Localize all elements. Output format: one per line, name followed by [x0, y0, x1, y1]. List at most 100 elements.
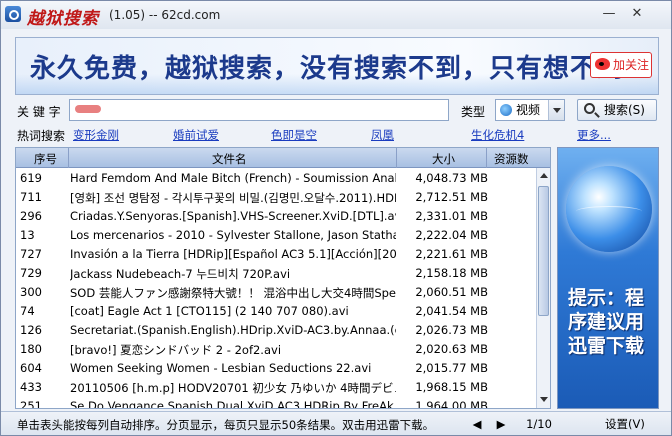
status-text: 单击表头能按每列自动排序。分页显示，每页只显示50条结果。双击用迅雷下载。	[17, 418, 435, 432]
side-ad-panel[interactable]: 提示：程序建议用迅雷下载	[557, 147, 659, 409]
row-filename: Se Do Vengance Spanish Dual XviD AC3 HDR…	[70, 399, 396, 409]
table-row[interactable]: 13 Los mercenarios - 2010 - Sylvester Sta…	[16, 225, 544, 244]
hotword-link[interactable]: 婚前试爱	[173, 127, 219, 143]
type-label: 类型	[461, 105, 486, 119]
settings-button[interactable]: 设置(V)	[605, 415, 645, 433]
row-id: 251	[20, 399, 42, 409]
table-header: 序号 文件名 大小 资源数	[16, 148, 550, 168]
globe-icon	[566, 166, 652, 252]
table-row[interactable]: 711 [영화] 조선 명탐정 - 각시투구꽃의 비밀.(김명민.오달수.2011…	[16, 187, 544, 206]
row-id: 13	[20, 228, 35, 242]
row-size: 2,221.61 MB	[415, 247, 488, 261]
row-filename: SOD 芸能人ファン感謝祭特大號！！ 混浴中出し大交4時間Special あいだ	[70, 286, 396, 300]
row-filename: [coat] Eagle Act 1 [CTO115] (2 140 707 0…	[70, 304, 349, 318]
table-row[interactable]: 126 Secretariat.(Spanish.English).HDrip.X…	[16, 320, 544, 339]
table-row[interactable]: 296 Criadas.Y.Senyoras.[Spanish].VHS-Scre…	[16, 206, 544, 225]
table-row[interactable]: 729 Jackass Nudebeach-7 누드비치 720P.avi 2,15…	[16, 263, 544, 282]
row-filename: Los mercenarios - 2010 - Sylvester Stall…	[70, 228, 396, 242]
row-size: 2,015.77 MB	[415, 361, 488, 375]
table-row[interactable]: 300 SOD 芸能人ファン感謝祭特大號！！ 混浴中出し大交4時間Special …	[16, 282, 544, 301]
column-divider[interactable]	[396, 148, 397, 168]
type-selected-value: 视频	[516, 103, 541, 117]
row-id: 74	[20, 304, 35, 318]
row-size: 2,158.18 MB	[415, 266, 488, 280]
row-size: 2,026.73 MB	[415, 323, 488, 337]
hotwords-label: 热词搜索	[17, 129, 66, 143]
row-id: 729	[20, 266, 42, 280]
keyword-label: 关 键 字	[17, 105, 61, 119]
follow-label: 加关注	[613, 58, 650, 72]
hotword-link[interactable]: 色即是空	[271, 127, 317, 143]
search-icon	[584, 103, 595, 114]
row-id: 180	[20, 342, 42, 356]
minimize-button[interactable]: —	[599, 5, 619, 23]
table-row[interactable]: 74 [coat] Eagle Act 1 [CTO115] (2 140 707…	[16, 301, 544, 320]
status-bar: 单击表头能按每列自动排序。分页显示，每页只显示50条结果。双击用迅雷下载。 ◀ …	[1, 411, 671, 435]
redaction-mark	[75, 105, 101, 113]
search-button[interactable]: 搜索(S)	[577, 99, 657, 121]
close-button[interactable]: ✕	[627, 5, 647, 23]
row-id: 296	[20, 209, 42, 223]
chevron-down-icon[interactable]	[548, 100, 564, 120]
row-filename: [영화] 조선 명탐정 - 각시투구꽃의 비밀.(김명민.오달수.2011).H…	[70, 191, 396, 205]
follow-button[interactable]: 加关注	[590, 52, 652, 78]
scrollbar-thumb[interactable]	[538, 186, 549, 316]
title-bar[interactable]: 越狱搜索 (1.05) -- 62cd.com — ✕	[1, 1, 671, 29]
row-id: 126	[20, 323, 42, 337]
row-id: 727	[20, 247, 42, 261]
search-button-label: 搜索(S)	[604, 103, 645, 117]
table-row[interactable]: 727 Invasión a la Tierra [HDRip][Español …	[16, 244, 544, 263]
vertical-scrollbar[interactable]	[536, 168, 550, 408]
column-header-filename[interactable]: 文件名	[212, 151, 247, 167]
more-hotwords-link[interactable]: 更多...	[577, 127, 611, 143]
hotword-link[interactable]: 变形金刚	[73, 127, 119, 143]
row-id: 300	[20, 285, 42, 299]
side-ad-text: 提示：程序建议用迅雷下载	[568, 287, 645, 357]
page-indicator: 1/10	[526, 417, 552, 431]
video-icon	[500, 104, 512, 116]
row-filename: Hard Femdom And Male Bitch (French) - So…	[70, 171, 396, 185]
row-filename: Criadas.Y.Senyoras.[Spanish].VHS-Screene…	[70, 209, 396, 223]
column-header-sources[interactable]: 资源数	[494, 151, 529, 167]
keyword-input[interactable]	[69, 99, 449, 121]
row-size: 1,968.15 MB	[415, 380, 488, 394]
row-size: 2,020.63 MB	[415, 342, 488, 356]
prev-page-button[interactable]: ◀	[467, 415, 487, 433]
ad-banner[interactable]: 永久免费，越狱搜索，没有搜索不到，只有想不到！ 加关注	[15, 37, 659, 95]
row-filename: Secretariat.(Spanish.English).HDrip.XviD…	[70, 323, 396, 337]
next-page-button[interactable]: ▶	[491, 415, 511, 433]
row-size: 1,964.00 MB	[415, 399, 488, 409]
column-divider[interactable]	[68, 148, 69, 168]
row-id: 433	[20, 380, 42, 394]
app-logo-icon	[5, 6, 21, 22]
row-size: 2,041.54 MB	[415, 304, 488, 318]
column-header-id[interactable]: 序号	[34, 151, 57, 167]
table-body: 619 Hard Femdom And Male Bitch (French) -…	[16, 168, 544, 409]
table-row[interactable]: 604 Women Seeking Women - Lesbian Seducti…	[16, 358, 544, 377]
row-filename: [bravo!] 夏恋シンドバッド 2 - 2of2.avi	[70, 343, 282, 357]
table-row[interactable]: 433 20110506 [h.m.p] HODV20701 初少女 乃ゆいか 4…	[16, 377, 544, 396]
row-size: 2,331.01 MB	[415, 209, 488, 223]
hotword-link[interactable]: 凤凰	[371, 127, 394, 143]
row-filename: Jackass Nudebeach-7 누드비치 720P.avi	[70, 267, 291, 281]
row-id: 604	[20, 361, 42, 375]
results-table[interactable]: 序号 文件名 大小 资源数 619 Hard Femdom And Male Bi…	[15, 147, 551, 409]
table-row[interactable]: 251 Se Do Vengance Spanish Dual XviD AC3 …	[16, 396, 544, 409]
scroll-down-icon[interactable]	[538, 394, 549, 406]
column-divider[interactable]	[486, 148, 487, 168]
table-row[interactable]: 619 Hard Femdom And Male Bitch (French) -…	[16, 168, 544, 187]
row-size: 2,712.51 MB	[415, 190, 488, 204]
hotword-link[interactable]: 生化危机4	[471, 127, 524, 143]
weibo-icon	[595, 58, 610, 70]
app-version: (1.05) -- 62cd.com	[109, 8, 221, 22]
banner-slogan: 永久免费，越狱搜索，没有搜索不到，只有想不到！	[30, 54, 652, 84]
scroll-up-icon[interactable]	[538, 170, 549, 182]
row-filename: Women Seeking Women - Lesbian Seductions…	[70, 361, 372, 375]
row-id: 619	[20, 171, 42, 185]
row-filename: Invasión a la Tierra [HDRip][Español AC3…	[70, 247, 396, 261]
app-name: 越狱搜索	[27, 9, 99, 29]
column-header-size[interactable]: 大小	[432, 151, 455, 167]
row-size: 2,222.04 MB	[415, 228, 488, 242]
table-row[interactable]: 180 [bravo!] 夏恋シンドバッド 2 - 2of2.avi 2,020.6…	[16, 339, 544, 358]
type-select[interactable]: 视频	[495, 99, 565, 121]
